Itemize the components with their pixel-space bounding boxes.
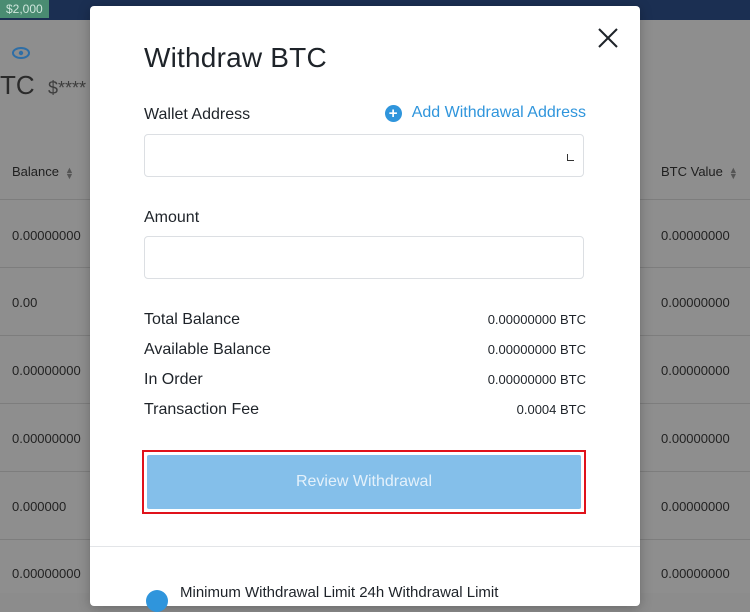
wallet-address-label: Wallet Address: [144, 106, 251, 123]
amount-label: Amount: [144, 209, 200, 226]
info-icon: [146, 590, 168, 612]
summary-row: Available Balance 0.00000000 BTC: [144, 341, 586, 361]
summary-value: 0.00000000 BTC: [487, 312, 586, 327]
summary-row: Transaction Fee 0.0004 BTC: [144, 401, 586, 421]
eye-icon[interactable]: [12, 47, 30, 59]
sort-icon: ▲ ▼: [728, 164, 738, 181]
coin-ticker: TC: [0, 70, 35, 100]
summary-row: In Order 0.00000000 BTC: [144, 371, 586, 391]
summary-label: Available Balance: [144, 341, 271, 358]
amount-input[interactable]: [144, 236, 584, 279]
btc-value-cell: 0.00000000: [661, 566, 730, 581]
wallet-address-input[interactable]: [144, 134, 584, 177]
withdraw-modal: Withdraw BTC Wallet Address + Add Withdr…: [90, 6, 640, 612]
balance-cell: 0.00000000: [12, 363, 81, 378]
btc-value-cell: 0.00000000: [661, 295, 730, 310]
balance-cell: 0.00000000: [12, 566, 81, 581]
summary-label: Total Balance: [144, 311, 241, 328]
summary-label: In Order: [144, 371, 203, 388]
summary-value: 0.00000000 BTC: [487, 372, 586, 387]
column-header-balance[interactable]: Balance ▲ ▼: [12, 164, 74, 181]
btc-value-cell: 0.00000000: [661, 228, 730, 243]
btc-value-cell: 0.00000000: [661, 363, 730, 378]
add-withdrawal-address-link[interactable]: + Add Withdrawal Address: [384, 104, 586, 122]
summary-row: Total Balance 0.00000000 BTC: [144, 311, 586, 331]
column-header-label: BTC Value: [661, 164, 723, 179]
summary-value: 0.00000000 BTC: [487, 342, 586, 357]
balance-cell: 0.00000000: [12, 228, 81, 243]
modal-title: Withdraw BTC: [144, 42, 327, 73]
balance-cell: 0.00: [12, 295, 38, 310]
summary-label: Transaction Fee: [144, 401, 260, 418]
masked-balance: $****: [48, 78, 87, 98]
column-header-btc-value[interactable]: BTC Value ▲ ▼: [661, 164, 738, 181]
plus-icon: +: [384, 104, 402, 122]
balance-badge: $2,000: [0, 0, 49, 18]
add-withdrawal-address-label: Add Withdrawal Address: [411, 104, 586, 121]
balance-cell: 0.000000: [12, 499, 67, 514]
btc-value-cell: 0.00000000: [661, 499, 730, 514]
chevron-down-icon[interactable]: [567, 154, 574, 161]
divider: [90, 546, 640, 547]
close-icon[interactable]: [596, 26, 620, 50]
sort-icon: ▲ ▼: [64, 164, 74, 181]
highlight-box: [142, 450, 586, 514]
btc-value-cell: 0.00000000: [661, 431, 730, 446]
balance-cell: 0.00000000: [12, 431, 81, 446]
summary-value: 0.0004 BTC: [516, 402, 586, 417]
column-header-label: Balance: [12, 164, 59, 179]
